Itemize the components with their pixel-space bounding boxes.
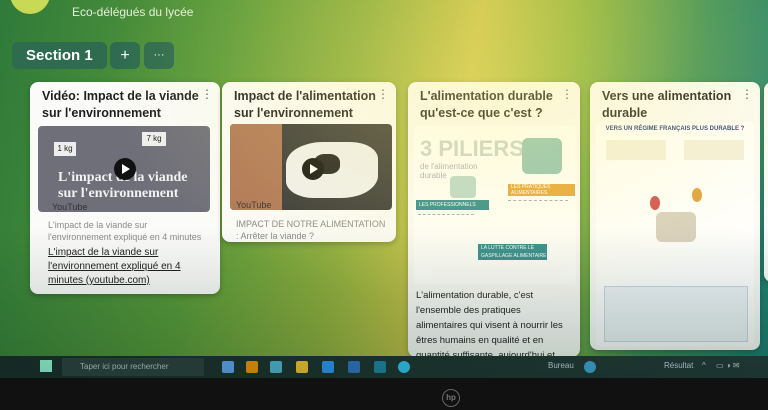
video-link[interactable]: L'impact de la viande sur l'environnemen…	[48, 246, 213, 288]
poster-footer-box	[604, 286, 748, 342]
card-menu-icon[interactable]: ⋮	[741, 87, 753, 101]
app-icon-4[interactable]	[374, 361, 386, 373]
desktop-label[interactable]: Bureau	[548, 361, 574, 370]
card-title: L'alimentation durable qu'est-ce que c'e…	[420, 89, 553, 120]
result-label[interactable]: Résultat	[664, 361, 693, 370]
post-card-alimentation-durable[interactable]: L'alimentation durable qu'est-ce que c'e…	[408, 82, 580, 357]
video-description: L'impact de la viande sur l'environnemen…	[48, 220, 202, 242]
source-label: YouTube	[236, 200, 272, 210]
hp-logo: hp	[442, 389, 460, 407]
card-menu-icon[interactable]: ⋮	[201, 87, 213, 101]
weight-label-large: 7 kg	[142, 132, 166, 146]
board-logo	[10, 0, 50, 14]
file-explorer-icon[interactable]	[296, 361, 308, 373]
add-post-button[interactable]: +	[110, 42, 140, 69]
section-more-button[interactable]: ···	[144, 42, 174, 69]
edge-icon[interactable]	[398, 361, 410, 373]
post-card-vers-alimentation-durable[interactable]: Vers une alimentation durable ⋮ VERS UN …	[590, 82, 760, 350]
app-icon-2[interactable]	[270, 361, 282, 373]
windows-taskbar: Taper ici pour rechercher Bureau Résulta…	[0, 356, 768, 378]
app-icon-3[interactable]	[348, 361, 360, 373]
tray-chevron-icon[interactable]: ^	[702, 361, 706, 370]
basket-illustration	[656, 212, 696, 242]
task-view-icon[interactable]	[222, 361, 234, 373]
card-body-text: L'alimentation durable, c'est l'ensemble…	[416, 290, 563, 357]
poster-title: VERS UN RÉGIME FRANÇAIS PLUS DURABLE ?	[605, 126, 745, 132]
taskbar-search-input[interactable]: Taper ici pour rechercher	[62, 358, 204, 376]
source-label: YouTube	[52, 202, 88, 212]
pillar-professionnels: LES PROFESSIONNELS	[416, 200, 489, 210]
board-title: Eco-délégués du lycée	[72, 5, 194, 19]
dropbox-icon[interactable]	[322, 361, 334, 373]
play-icon[interactable]	[302, 158, 324, 180]
tray-icons[interactable]: ▭ ◑ ✉	[716, 361, 740, 370]
post-card-partial[interactable]	[764, 82, 768, 282]
infographic-image[interactable]: 3 PILIERS de l'alimentation durable LES …	[414, 126, 576, 284]
board-screen: Eco-délégués du lycée Section 1 + ··· Vi…	[0, 0, 768, 378]
poster-image[interactable]: VERS UN RÉGIME FRANÇAIS PLUS DURABLE ?	[596, 122, 754, 346]
card-menu-icon[interactable]: ⋮	[561, 87, 573, 101]
weather-icon[interactable]	[584, 361, 596, 373]
card-menu-icon[interactable]: ⋮	[377, 87, 389, 101]
pillar-pratiques: LES PRATIQUES ALIMENTAIRES	[508, 184, 575, 196]
play-icon[interactable]	[114, 158, 136, 180]
weight-label-small: 1 kg	[54, 142, 76, 156]
card-title: Vers une alimentation durable	[602, 89, 732, 120]
post-card-impact-alimentation[interactable]: Impact de l'alimentation sur l'environne…	[222, 82, 396, 242]
windows-start-icon[interactable]	[40, 360, 52, 372]
post-card-video-viande[interactable]: Vidéo: Impact de la viande sur l'environ…	[30, 82, 220, 294]
people-illustration	[522, 138, 562, 174]
card-title: Impact de l'alimentation sur l'environne…	[234, 89, 376, 120]
video-description: IMPACT DE NOTRE ALIMENTATION : Arrêter l…	[236, 219, 386, 241]
section-title-button[interactable]: Section 1	[12, 42, 107, 69]
pillar-gaspillage: LA LUTTE CONTRE LE GASPILLAGE ALIMENTAIR…	[478, 244, 547, 260]
video-thumbnail[interactable]	[230, 124, 392, 210]
card-title: Vidéo: Impact de la viande sur l'environ…	[42, 89, 199, 120]
app-icon-1[interactable]	[246, 361, 258, 373]
person-face	[230, 124, 282, 210]
video-thumbnail[interactable]: 1 kg 7 kg L'impact de la viande sur l'en…	[38, 126, 210, 212]
infographic-title: 3 PILIERS	[420, 136, 524, 161]
